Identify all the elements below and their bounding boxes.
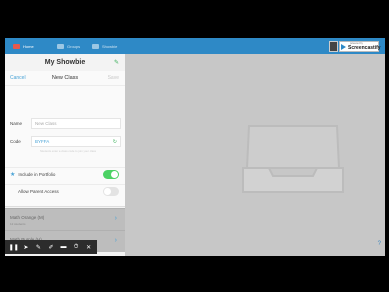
screencastify-badge: powered by Screencastify [339,40,381,52]
class-code-field[interactable]: BYFFA ↻ [31,136,121,147]
pause-icon[interactable]: ❚❚ [9,244,19,251]
class-code-value: BYFFA [35,139,50,144]
toggle-knob [111,171,118,178]
form-header: Cancel New Class Save [5,71,125,86]
timer-icon[interactable]: ⏱ [72,244,81,251]
parent-access-label: Allow Parent Access [18,189,59,194]
class-name-field[interactable]: New Class [31,118,121,129]
code-row: Code BYFFA ↻ [9,136,121,147]
tab-home-label: Home [23,44,34,49]
parent-icon [10,189,15,194]
edit-icon[interactable]: ✎ [114,59,119,66]
help-icon[interactable]: ? [378,241,381,247]
eraser-icon[interactable]: ▬ [59,244,68,250]
list-item-subtitle: 12 students [10,222,26,226]
top-navigation-bar: Home Groups Showbie powered by Screencas… [5,38,385,54]
toggle-knob [104,188,111,195]
close-icon[interactable]: ✕ [84,244,93,251]
tab-showbie[interactable]: Showbie [92,41,117,52]
name-row: Name New Class [9,118,121,129]
class-sidebar: My Showbie ✎ Cancel New Class Save Name … [5,54,125,256]
portfolio-row: ★ Include in Portfolio [5,167,125,181]
star-icon: ★ [10,172,16,178]
pen-icon[interactable]: ✎ [34,244,43,251]
portfolio-label: Include in Portfolio [18,172,56,177]
refresh-icon[interactable]: ↻ [113,139,117,145]
groups-icon [57,44,64,49]
portfolio-toggle[interactable] [103,170,119,179]
chevron-right-icon: › [114,237,117,244]
tab-groups-label: Groups [67,44,81,49]
sidebar-title: My Showbie [44,59,86,66]
chevron-right-icon: › [114,215,117,222]
save-button[interactable]: Save [108,75,119,81]
highlighter-icon[interactable]: ✐ [46,244,55,251]
tab-groups[interactable]: Groups [57,41,80,52]
annotation-toolbar: ❚❚ ➤ ✎ ✐ ▬ ⏱ ✕ [5,240,97,254]
tab-showbie-label: Showbie [102,44,118,49]
pointer-icon[interactable]: ➤ [21,244,30,251]
new-class-form: Cancel New Class Save Name New Class Cod… [5,71,125,217]
code-hint: Students enter a class code to join your… [39,149,97,153]
list-item[interactable]: Math Orange (M) 12 students › [5,208,125,230]
webcam-thumbnail [329,40,338,52]
screen: Home Groups Showbie powered by Screencas… [5,38,385,256]
screencastify-logo: powered by Screencastify [329,40,381,52]
empty-tray-icon [242,125,344,193]
parent-access-row: Allow Parent Access [5,184,125,198]
code-label: Code [10,139,21,144]
sidebar-header: My Showbie ✎ [5,54,125,72]
home-icon [13,44,20,49]
logo-brand-text: Screencastify [348,44,381,51]
showbie-icon [92,44,99,49]
tab-home[interactable]: Home [13,41,34,52]
name-label: Name [10,121,23,126]
parent-access-toggle[interactable] [103,187,119,196]
list-item-title: Math Orange (M) [10,215,45,220]
screencastify-arrow-icon [341,43,346,50]
